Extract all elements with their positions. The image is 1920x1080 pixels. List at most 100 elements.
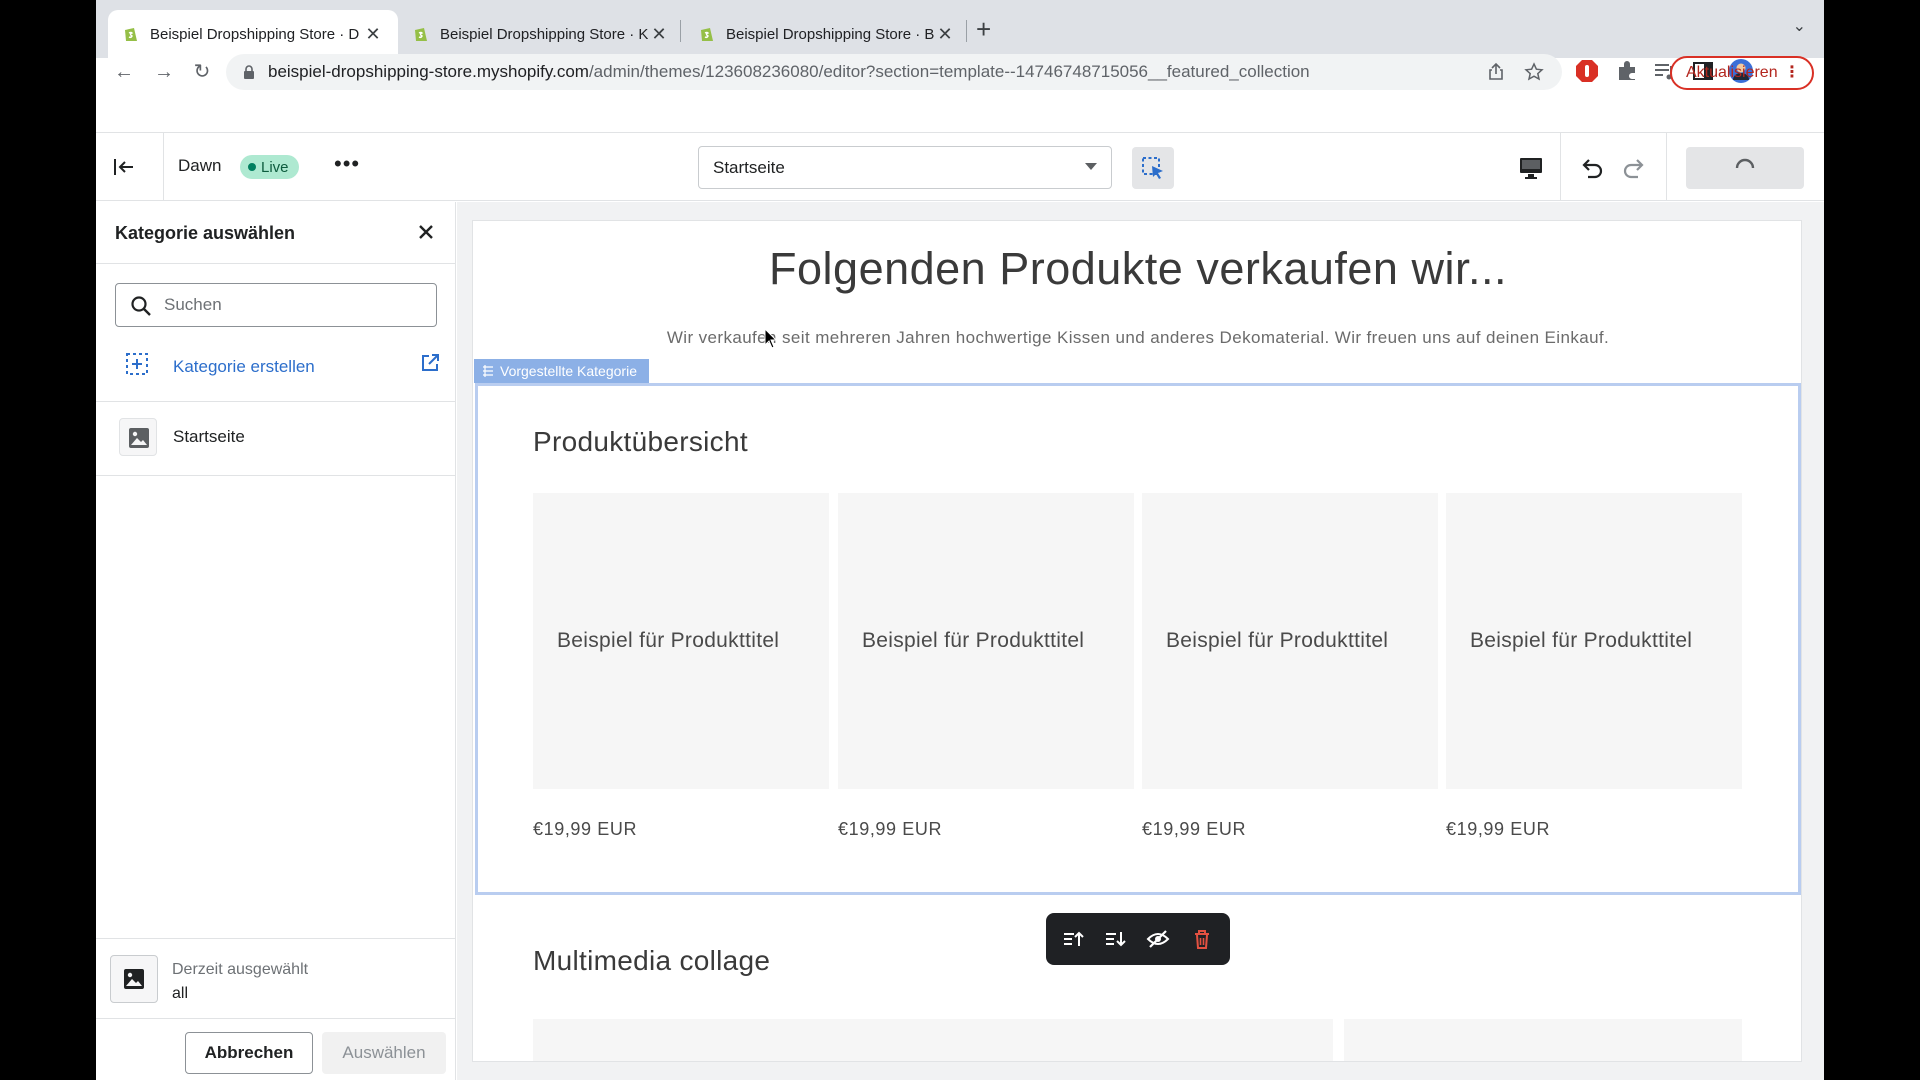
category-thumbnail bbox=[110, 955, 158, 1003]
list-item[interactable]: Startseite bbox=[96, 402, 456, 476]
close-tab-icon[interactable]: ✕ bbox=[934, 24, 956, 45]
tab-separator bbox=[966, 20, 967, 42]
external-link-icon bbox=[422, 354, 439, 371]
move-up-icon[interactable] bbox=[1060, 926, 1086, 952]
rich-text-body[interactable]: Wir verkaufen seit mehreren Jahren hochw… bbox=[653, 321, 1623, 355]
product-price: €19,99 EUR bbox=[1142, 819, 1247, 839]
panel-header: Kategorie auswählen bbox=[96, 202, 456, 264]
url-host: beispiel-dropshipping-store.myshopify.co… bbox=[268, 62, 589, 81]
product-card[interactable]: Beispiel für Produkttitel €19,99 EUR bbox=[1446, 493, 1742, 840]
product-title: Beispiel für Produkttitel bbox=[1446, 493, 1742, 789]
category-label: Startseite bbox=[173, 427, 245, 446]
section-actions-toolbar bbox=[1046, 913, 1230, 965]
close-icon[interactable] bbox=[414, 220, 438, 244]
page-select-value: Startseite bbox=[713, 157, 785, 177]
browser-tab-1[interactable]: Beispiel Dropshipping Store · D ✕ bbox=[108, 10, 398, 58]
storefront-preview: Folgenden Produkte verkaufen wir... Wir … bbox=[472, 220, 1802, 1062]
delete-trash-icon[interactable] bbox=[1189, 926, 1215, 952]
status-dot-icon bbox=[248, 163, 256, 171]
search-input[interactable]: Suchen bbox=[115, 283, 437, 327]
close-tab-icon[interactable]: ✕ bbox=[362, 24, 384, 45]
exit-editor-icon[interactable] bbox=[106, 149, 142, 185]
save-button[interactable] bbox=[1686, 147, 1804, 189]
preview-area: Folgenden Produkte verkaufen wir... Wir … bbox=[457, 202, 1824, 1080]
desktop-preview-icon[interactable] bbox=[1516, 153, 1546, 183]
divider bbox=[163, 133, 164, 201]
update-label: Aktualisieren bbox=[1686, 64, 1778, 81]
browser-tab-2[interactable]: Beispiel Dropshipping Store · K ✕ bbox=[398, 10, 684, 58]
collage-block[interactable] bbox=[533, 1019, 1333, 1061]
theme-name: Dawn bbox=[178, 156, 222, 175]
product-card[interactable]: Beispiel für Produkttitel €19,99 EUR bbox=[838, 493, 1134, 840]
forward-arrow-icon[interactable]: → bbox=[150, 58, 178, 86]
product-price: €19,99 EUR bbox=[838, 819, 943, 839]
loading-spinner-icon bbox=[1735, 158, 1755, 169]
multimedia-collage-title[interactable]: Multimedia collage bbox=[533, 945, 770, 977]
product-card[interactable]: Beispiel für Produkttitel €19,99 EUR bbox=[533, 493, 829, 840]
select-button[interactable]: Auswählen bbox=[322, 1032, 446, 1074]
hide-eye-icon[interactable] bbox=[1145, 926, 1171, 952]
product-title: Beispiel für Produkttitel bbox=[533, 493, 829, 789]
image-placeholder-icon bbox=[124, 969, 144, 989]
product-title: Beispiel für Produkttitel bbox=[838, 493, 1134, 789]
tab-title: Beispiel Dropshipping Store · B bbox=[726, 25, 934, 43]
product-card[interactable]: Beispiel für Produkttitel €19,99 EUR bbox=[1142, 493, 1438, 840]
tab-search-chevron-icon[interactable]: ⌄ bbox=[1793, 16, 1806, 36]
app-frame: Beispiel Dropshipping Store · D ✕ Beispi… bbox=[96, 0, 1824, 1080]
cancel-button[interactable]: Abbrechen bbox=[185, 1032, 313, 1074]
divider bbox=[1560, 133, 1561, 201]
tab-separator bbox=[680, 20, 681, 42]
current-selection-value: all bbox=[172, 985, 189, 1002]
close-tab-icon[interactable]: ✕ bbox=[648, 24, 670, 45]
product-price: €19,99 EUR bbox=[533, 819, 638, 839]
reload-icon[interactable]: ↻ bbox=[188, 58, 216, 86]
dropdown-caret-icon bbox=[1085, 163, 1097, 170]
update-button[interactable]: Aktualisieren ⋮ bbox=[1670, 56, 1814, 90]
collage-block[interactable] bbox=[1344, 1019, 1742, 1061]
tab-title: Beispiel Dropshipping Store · K bbox=[440, 25, 648, 43]
create-category-link[interactable]: Kategorie erstellen bbox=[96, 338, 456, 402]
share-icon[interactable] bbox=[1486, 62, 1506, 82]
image-placeholder-icon bbox=[129, 428, 149, 448]
bookmark-star-icon[interactable] bbox=[1524, 62, 1544, 82]
current-selection-label: Derzeit ausgewählt bbox=[172, 961, 309, 978]
product-price: €19,99 EUR bbox=[1446, 819, 1551, 839]
omnibox-actions bbox=[1486, 62, 1544, 82]
section-tag: Vorgestellte Kategorie bbox=[474, 359, 649, 383]
live-status-badge: Live bbox=[240, 155, 299, 179]
panel-footer: Derzeit ausgewählt all Abbrechen Auswähl… bbox=[96, 938, 456, 1080]
live-label: Live bbox=[261, 158, 289, 176]
tab-title: Beispiel Dropshipping Store · D bbox=[150, 25, 360, 43]
undo-icon[interactable] bbox=[1576, 153, 1606, 183]
rich-text-heading[interactable]: Folgenden Produkte verkaufen wir... bbox=[473, 243, 1801, 295]
more-actions-icon[interactable]: ••• bbox=[334, 151, 360, 177]
collection-title[interactable]: Produktübersicht bbox=[533, 426, 748, 458]
page-template-select[interactable]: Startseite bbox=[698, 146, 1112, 189]
new-tab-plus-icon[interactable]: + bbox=[976, 14, 991, 45]
editor-top-bar: Dawn Live ••• Startseite bbox=[96, 132, 1824, 201]
extensions-puzzle-icon[interactable] bbox=[1614, 58, 1640, 84]
product-title: Beispiel für Produkttitel bbox=[1142, 493, 1438, 789]
move-down-icon[interactable] bbox=[1102, 926, 1128, 952]
category-picker-panel: Kategorie auswählen Suchen Kategorie ers… bbox=[96, 202, 456, 1080]
browser-tab-3[interactable]: Beispiel Dropshipping Store · B ✕ bbox=[684, 10, 970, 58]
browser-tab-bar: Beispiel Dropshipping Store · D ✕ Beispi… bbox=[96, 0, 1824, 58]
back-arrow-icon[interactable]: ← bbox=[110, 58, 138, 86]
panel-title: Kategorie auswählen bbox=[115, 223, 296, 243]
mouse-cursor-icon bbox=[764, 328, 778, 349]
lock-icon bbox=[244, 65, 254, 79]
inspector-toggle-button[interactable] bbox=[1132, 147, 1174, 189]
section-tag-label: Vorgestellte Kategorie bbox=[500, 363, 637, 379]
current-selection: Derzeit ausgewählt all bbox=[96, 939, 456, 1019]
divider bbox=[1666, 133, 1667, 201]
address-bar[interactable]: beispiel-dropshipping-store.myshopify.co… bbox=[226, 54, 1562, 90]
search-icon bbox=[131, 296, 151, 316]
shopify-icon bbox=[125, 28, 137, 41]
search-placeholder: Suchen bbox=[164, 295, 222, 314]
kebab-menu-icon: ⋮ bbox=[1784, 64, 1800, 81]
redo-icon[interactable] bbox=[1620, 153, 1650, 183]
adblock-extension-icon[interactable] bbox=[1574, 58, 1600, 84]
section-grid-icon bbox=[483, 365, 493, 377]
select-cursor-icon bbox=[1142, 157, 1163, 179]
category-thumbnail bbox=[119, 418, 157, 456]
